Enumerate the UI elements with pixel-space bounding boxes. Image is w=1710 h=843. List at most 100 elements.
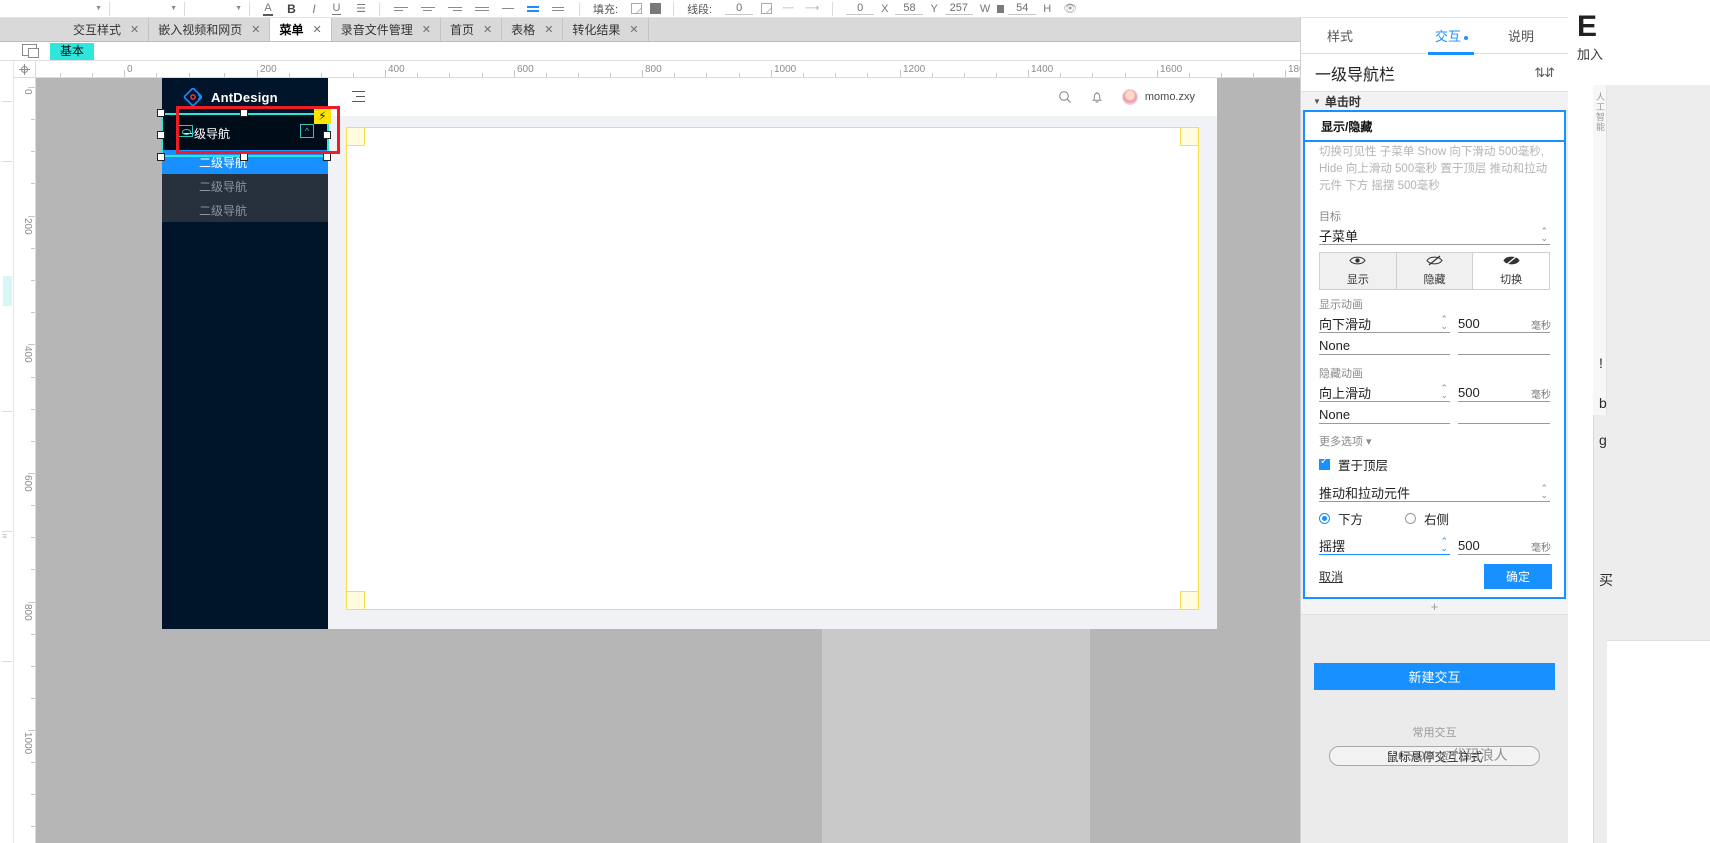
panel-widget-title-row: 一级导航栏 ⇅⇵ [1301,54,1568,92]
tab-zhuanhua-jieguo[interactable]: 转化结果 ✕ [563,18,649,41]
top-toolbar: ▼ ▼ ▼ A B I U ☰ 填充: 线段: 0 ┄┄ ⟶ 0 X 58 Y … [0,0,1568,18]
fill-color-swatch[interactable] [650,3,662,14]
ruler-label-h: 1000 [774,64,797,75]
event-header-onclick[interactable]: ▼ 单击时 [1301,92,1568,110]
stroke-width-input[interactable]: 0 [725,2,754,15]
target-select[interactable]: 子菜单 ⌃ ⌄ [1319,226,1550,245]
bring-to-front-row[interactable]: 置于顶层 [1305,451,1564,474]
stepper-icon[interactable]: ⌃⌄ [1540,227,1548,243]
tab-luyin-wenjian[interactable]: 录音文件管理 ✕ [331,18,441,41]
new-interaction-button[interactable]: 新建交互 [1314,663,1555,690]
rotation-input[interactable]: 0 [846,2,875,15]
stroke-color-swatch[interactable] [761,3,773,14]
resize-handle-ml[interactable] [157,131,165,139]
push-pull-select[interactable]: 推动和拉动元件 ⌃ ⌄ [1319,483,1550,502]
bold-icon[interactable]: B [287,2,296,16]
stepper-icon[interactable]: ⌃⌄ [1540,484,1548,500]
chevron-down-icon[interactable]: ▼ [235,5,242,12]
add-case-row[interactable]: + [1301,599,1568,615]
sliders-icon[interactable]: ⇅⇵ [1534,65,1555,81]
state-chip-basic[interactable]: 基本 [50,42,95,60]
close-icon[interactable]: ✕ [422,23,431,36]
easing-select[interactable]: 摇摆 ⌃ ⌄ [1319,536,1450,555]
align-center-icon[interactable] [421,5,435,13]
visibility-eye-icon[interactable]: 👁 [1062,2,1078,15]
w-input[interactable]: 54 [1008,2,1037,15]
search-icon[interactable] [1058,90,1072,104]
tab-qianru-shipin[interactable]: 嵌入视频和网页 ✕ [149,18,271,41]
tab-jiaohu-yangshi[interactable]: 交互样式 ✕ [64,18,150,41]
target-value: 子菜单 [1319,228,1359,244]
resize-handle-mr[interactable] [323,131,331,139]
segment-toggle[interactable]: 切换 [1473,253,1550,289]
chevron-down-icon[interactable]: ▼ [170,5,177,12]
show-animation-select[interactable]: 向下滑动 ⌃ ⌄ [1319,314,1450,333]
close-icon[interactable]: ✕ [483,23,492,36]
stepper-icon[interactable]: ⌃⌄ [1440,384,1448,400]
radio-right[interactable] [1405,513,1417,524]
more-options-toggle[interactable]: 更多选项 ▾ [1305,424,1564,451]
tab-label: 首页 [449,23,474,37]
list-icon[interactable]: ☰ [355,2,367,15]
hide-animation-select[interactable]: 向上滑动 ⌃ ⌄ [1319,383,1450,402]
stroke-dash-icon[interactable]: ┄┄ [780,3,796,14]
resize-handle-bc[interactable] [240,153,248,161]
interaction-case-editor: 显示/隐藏 切换可见性 子菜单 Show 向下滑动 500毫秒, Hide 向上… [1303,110,1588,599]
valign-top-icon[interactable] [502,6,514,11]
close-icon[interactable]: ✕ [544,23,553,36]
close-icon[interactable]: ✕ [251,23,260,36]
close-icon[interactable]: ✕ [312,23,321,36]
checkbox-checked-icon[interactable] [1319,456,1330,470]
resize-handle-tl[interactable] [157,109,165,117]
fill-none-swatch[interactable] [631,3,643,14]
x-input[interactable]: 58 [895,2,924,15]
cancel-button[interactable]: 取消 [1319,568,1343,585]
user-menu[interactable]: momo.zxy [1121,89,1195,105]
chevron-down-icon[interactable]: ▼ [95,5,102,12]
menu-collapse-icon[interactable] [350,91,365,103]
antdesign-logo-icon [184,88,202,106]
close-icon[interactable]: ✕ [629,23,638,36]
close-icon[interactable]: ✕ [130,23,139,36]
resize-handle-tc[interactable] [240,109,248,117]
confirm-button[interactable]: 确定 [1483,564,1552,589]
easing-value: 摇摆 [1319,538,1346,554]
hide-animation-second-select[interactable]: None [1319,405,1450,424]
valign-middle-icon[interactable] [527,4,539,14]
ruler-origin[interactable] [14,61,36,78]
hide-animation-row-2: None ⌃⌄ [1305,405,1588,424]
nav-secondary-item-2[interactable]: 二级导航 [162,174,328,198]
segment-hide[interactable]: 隐藏 [1396,253,1474,289]
italic-icon[interactable]: I [310,2,318,16]
arrow-style-icon[interactable]: ⟶ [804,3,820,14]
tab-interaction[interactable]: 交互 [1428,26,1475,55]
tab-style[interactable]: 样式 [1323,26,1357,45]
nav-secondary-item-3[interactable]: 二级导航 [162,198,328,222]
align-left-icon[interactable] [394,5,408,13]
radio-below[interactable] [1319,513,1330,524]
tab-caidan[interactable]: 菜单 ✕ [270,18,332,41]
tab-notes[interactable]: 说明 [1504,26,1538,45]
tab-shouye[interactable]: 首页 ✕ [440,18,503,41]
underline-icon[interactable]: U [332,2,341,15]
align-right-icon[interactable] [448,5,462,13]
stepper-icon[interactable]: ⌃⌄ [1440,315,1448,331]
show-second-spin-wrap: ⌃⌄ [1458,336,1588,355]
fill-label: 填充: [593,3,619,16]
tab-biaoge[interactable]: 表格 ✕ [502,18,564,41]
segment-show[interactable]: 显示 [1320,253,1397,289]
lock-ratio-icon[interactable] [997,4,1005,13]
valign-bottom-icon[interactable] [552,5,564,13]
interaction-bolt-icon[interactable]: ⚡ [314,107,331,124]
font-color-icon[interactable]: A [263,2,273,16]
resize-handle-br[interactable] [323,153,331,161]
resize-handle-bl[interactable] [157,153,165,161]
align-justify-icon[interactable] [475,5,489,13]
case-name[interactable]: 显示/隐藏 [1305,112,1564,140]
y-input[interactable]: 257 [944,2,973,15]
show-animation-second-select[interactable]: None [1319,336,1450,355]
more-options-label: 更多选项 [1319,436,1363,448]
bell-icon[interactable] [1090,90,1104,104]
nav-secondary-label: 二级导航 [199,179,248,194]
stepper-icon[interactable]: ⌃⌄ [1440,537,1448,553]
